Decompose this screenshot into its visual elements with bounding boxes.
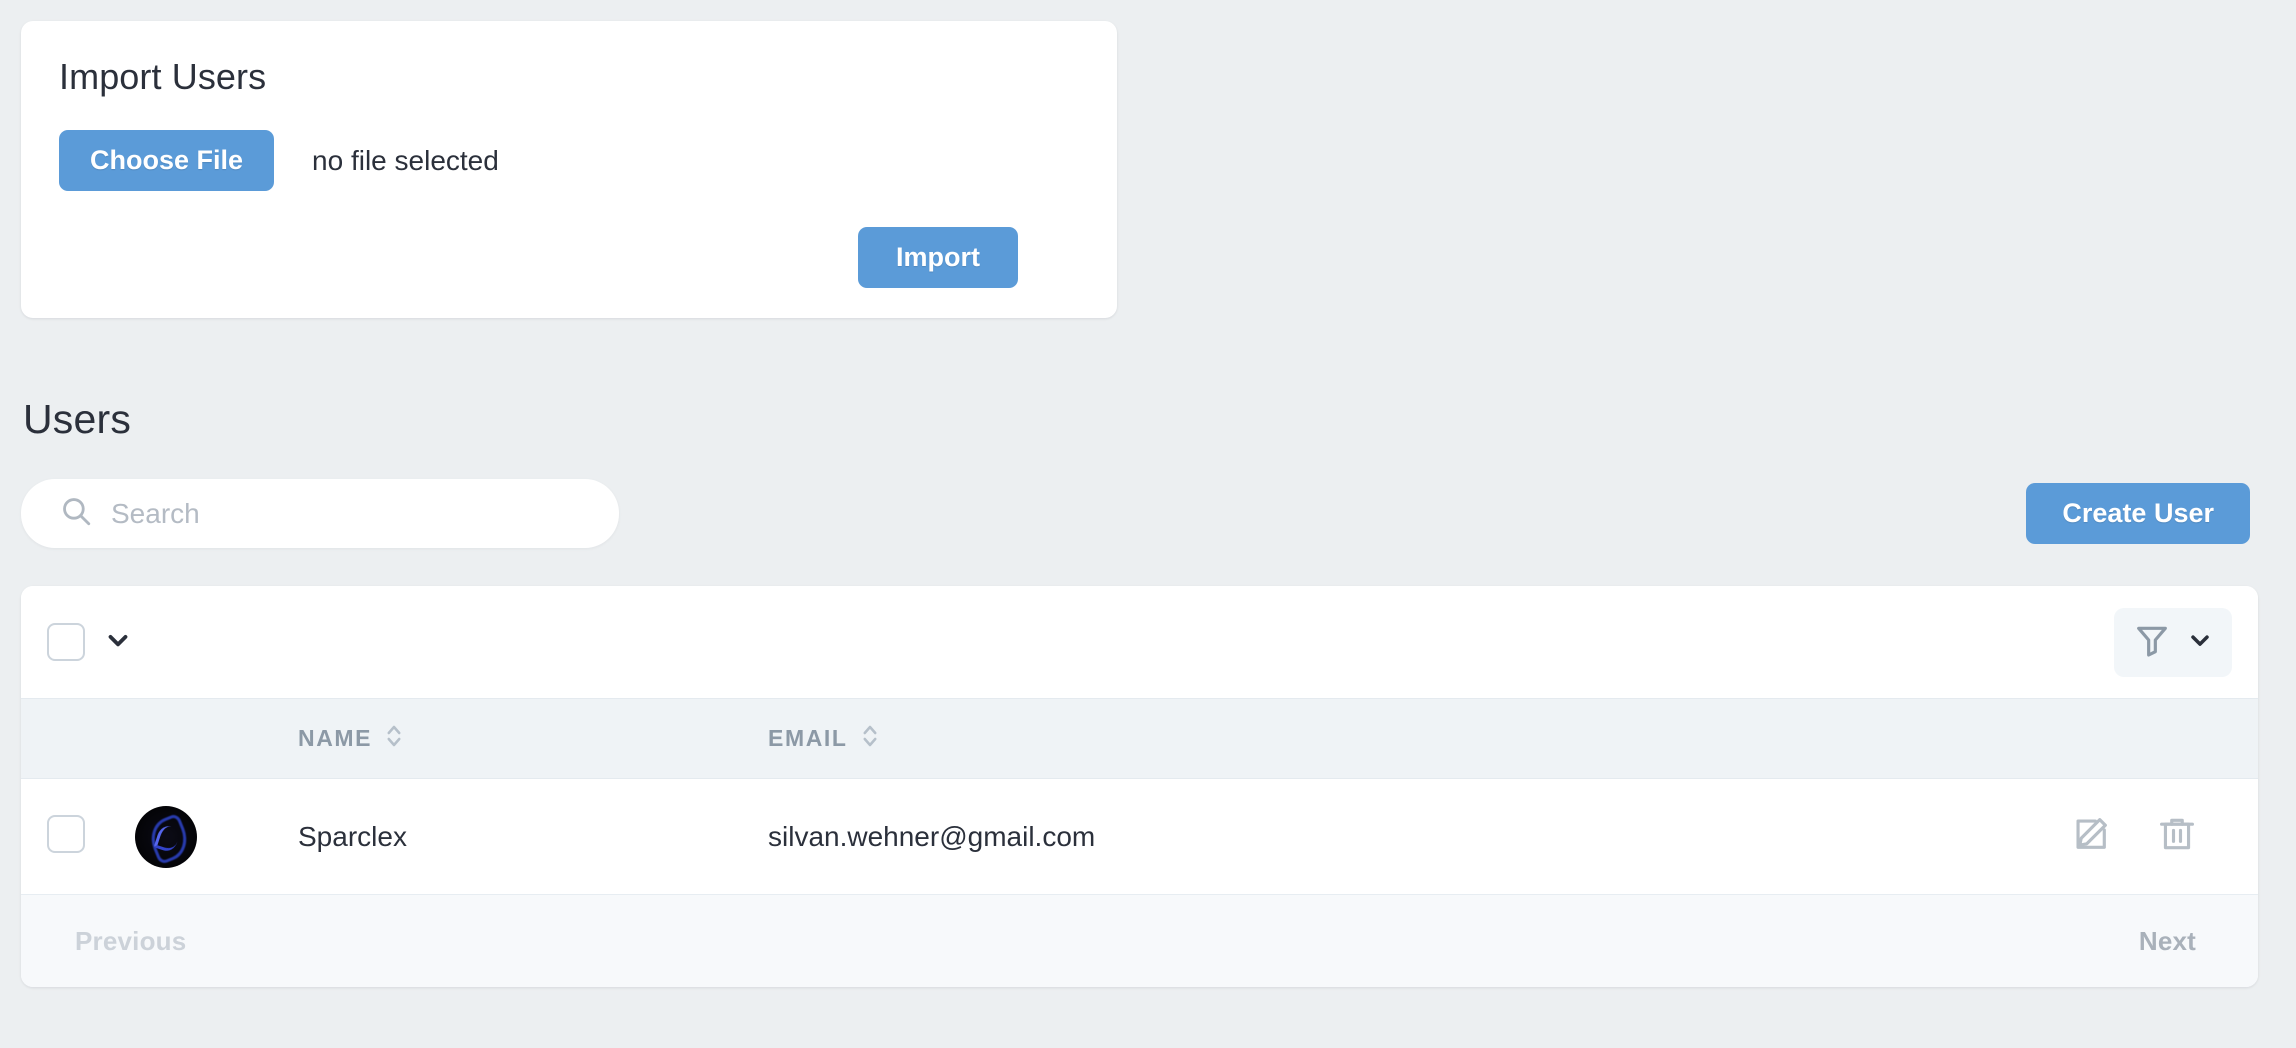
search-icon bbox=[59, 494, 93, 533]
page-root: Import Users Choose File no file selecte… bbox=[0, 0, 2296, 1048]
filter-funnel-icon bbox=[2132, 620, 2172, 665]
bulk-actions-chevron-down-icon[interactable] bbox=[103, 625, 133, 660]
choose-file-button[interactable]: Choose File bbox=[59, 130, 275, 192]
filter-button[interactable] bbox=[2114, 607, 2232, 677]
header-cell-name[interactable]: NAME bbox=[298, 721, 768, 757]
file-chooser-row: Choose File no file selected bbox=[59, 130, 1079, 192]
header-label-name: NAME bbox=[298, 725, 373, 752]
row-email: silvan.wehner@gmail.com bbox=[768, 820, 1096, 852]
users-table-panel: NAME EMAIL Sparclex silvan.wehner@gmail.… bbox=[21, 586, 2258, 988]
trash-icon[interactable] bbox=[2156, 813, 2198, 860]
row-actions-cell bbox=[2018, 813, 2258, 860]
search-input[interactable] bbox=[111, 497, 591, 530]
select-all-checkbox[interactable] bbox=[47, 623, 85, 662]
import-users-title: Import Users bbox=[59, 56, 267, 97]
table-header-row: NAME EMAIL bbox=[21, 698, 2258, 780]
row-avatar-cell bbox=[135, 805, 298, 868]
table-toolbar bbox=[21, 586, 2258, 699]
users-controls-row: Create User bbox=[21, 479, 2258, 549]
bulk-select-group bbox=[47, 623, 133, 662]
row-select-checkbox[interactable] bbox=[47, 815, 85, 854]
avatar bbox=[135, 805, 197, 868]
import-button[interactable]: Import bbox=[858, 227, 1018, 289]
pagination-next-button[interactable]: Next bbox=[2139, 926, 2196, 957]
row-name: Sparclex bbox=[298, 820, 407, 852]
edit-icon[interactable] bbox=[2070, 813, 2112, 860]
users-page-title: Users bbox=[23, 396, 132, 443]
table-row[interactable]: Sparclex silvan.wehner@gmail.com bbox=[21, 779, 2258, 896]
header-cell-email[interactable]: EMAIL bbox=[768, 721, 2018, 757]
row-select-cell bbox=[21, 815, 135, 858]
create-user-button[interactable]: Create User bbox=[2026, 483, 2250, 545]
filter-chevron-down-icon bbox=[2186, 626, 2214, 659]
sort-name-icon[interactable] bbox=[384, 721, 404, 757]
search-field-wrapper[interactable] bbox=[21, 479, 619, 549]
sort-email-icon[interactable] bbox=[860, 721, 880, 757]
table-pagination: Previous Next bbox=[21, 895, 2258, 988]
import-users-card: Import Users Choose File no file selecte… bbox=[21, 21, 1117, 319]
header-label-email: EMAIL bbox=[768, 725, 848, 752]
import-action-row: Import bbox=[59, 227, 1079, 289]
pagination-previous-button[interactable]: Previous bbox=[75, 926, 186, 957]
row-action-icons bbox=[2070, 813, 2198, 860]
file-status-text: no file selected bbox=[312, 144, 499, 176]
